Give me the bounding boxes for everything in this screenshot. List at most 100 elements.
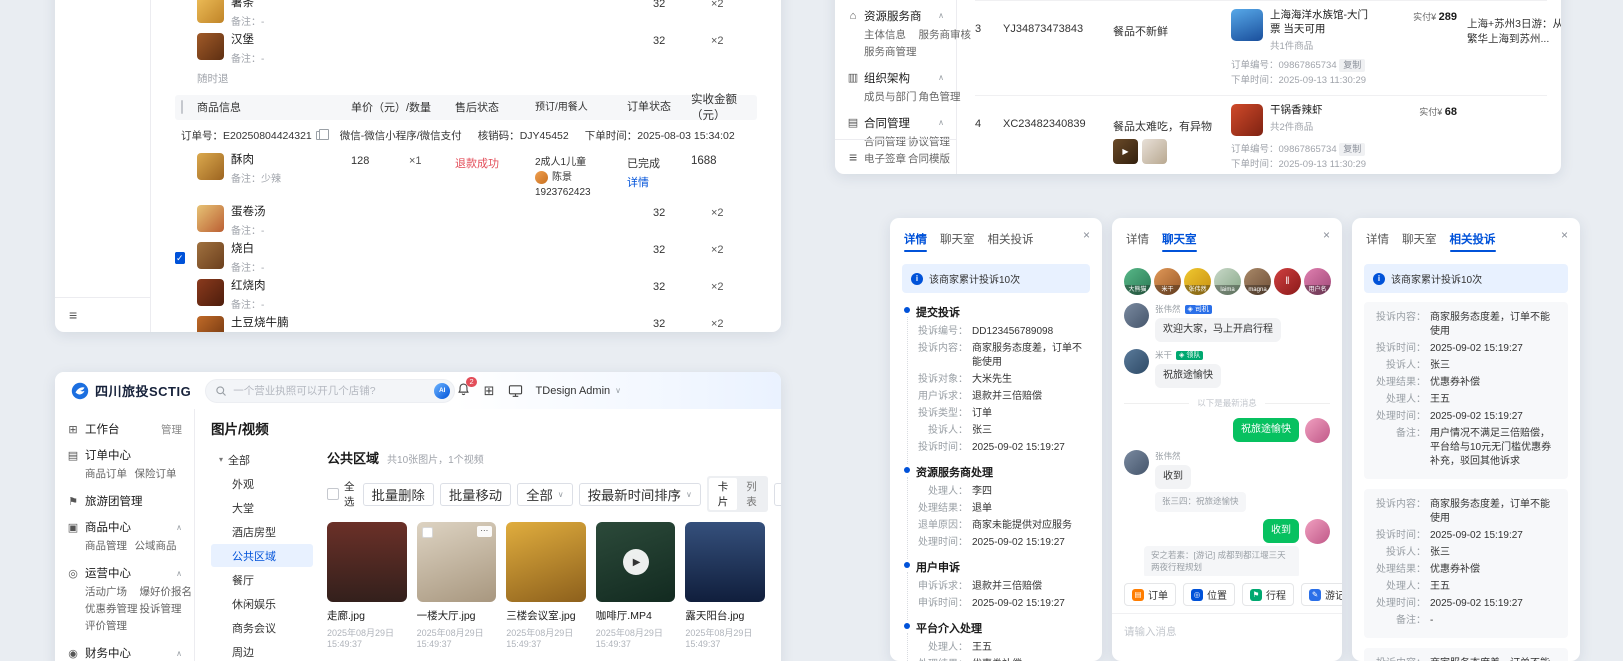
file-thumbnail[interactable] xyxy=(327,522,407,602)
sidebar-group-title[interactable]: ▤合同管理∧ xyxy=(847,113,944,132)
tree-item[interactable]: 公共区域 xyxy=(211,544,313,567)
tree-item[interactable]: 餐厅 xyxy=(211,568,313,591)
file-checkbox[interactable] xyxy=(422,527,433,538)
file-thumbnail[interactable]: ▶ xyxy=(596,522,676,602)
sidebar-item[interactable]: 成员与部门 xyxy=(864,89,917,105)
product-image[interactable] xyxy=(197,0,224,23)
play-icon[interactable]: ▶ xyxy=(623,549,649,575)
sidebar-item[interactable]: 服务商审核 xyxy=(919,27,972,43)
attachment-video-thumb[interactable]: ▶ xyxy=(1113,139,1138,164)
tab-详情[interactable]: 详情 xyxy=(1126,231,1149,251)
product-image[interactable] xyxy=(197,33,224,60)
attachment-image-thumb[interactable] xyxy=(1142,139,1167,164)
batch-move-button[interactable]: 批量移动 xyxy=(440,483,511,506)
close-icon[interactable]: × xyxy=(1323,229,1330,241)
tab-相关投诉[interactable]: 相关投诉 xyxy=(988,231,1034,251)
list-view-tab[interactable]: 列表 xyxy=(737,478,766,510)
add-app-icon[interactable]: ⊞ xyxy=(484,384,495,397)
copy-tag[interactable]: 复制 xyxy=(1339,59,1365,72)
quick-action-位置[interactable]: ◎位置 xyxy=(1183,583,1235,606)
file-thumbnail[interactable] xyxy=(506,522,586,602)
select-all-checkbox[interactable]: 全选 xyxy=(327,479,355,509)
chat-member-avatar[interactable]: 大熊猫 xyxy=(1124,268,1151,295)
chat-member-avatar[interactable]: 米干 xyxy=(1154,268,1181,295)
ai-assistant-icon[interactable]: AI xyxy=(434,383,450,399)
global-search[interactable]: AI xyxy=(205,379,455,403)
chat-member-avatar[interactable]: laima xyxy=(1214,268,1241,295)
sidebar-group-title[interactable]: ▥组织架构∧ xyxy=(847,68,944,87)
keyword-search[interactable] xyxy=(774,483,781,506)
chat-member-avatar[interactable]: magna xyxy=(1244,268,1271,295)
nav-item[interactable]: 优惠券管理 xyxy=(85,601,138,618)
nav-item[interactable]: 公域商品 xyxy=(135,538,183,555)
tab-详情[interactable]: 详情 xyxy=(1366,231,1389,251)
avatar[interactable] xyxy=(1124,450,1149,475)
nav-group-title[interactable]: ⚑旅游团管理 xyxy=(67,491,182,511)
product-image[interactable] xyxy=(1231,9,1263,41)
file-card[interactable]: ⋯一楼大厅.jpg2025年08月29日15:49:37 xyxy=(417,522,497,649)
product-image[interactable] xyxy=(197,279,224,306)
chevron-up-icon[interactable]: ∧ xyxy=(176,649,182,658)
nav-item[interactable]: 爆好价报名 xyxy=(140,584,193,601)
sidebar-group-title[interactable]: ⌂资源服务商∧ xyxy=(847,6,944,25)
file-thumbnail[interactable] xyxy=(685,522,765,602)
type-filter-select[interactable]: 全部∨ xyxy=(517,483,573,506)
tree-item[interactable]: ▾全部 xyxy=(211,448,313,471)
chevron-up-icon[interactable]: ∧ xyxy=(938,118,944,127)
file-card[interactable]: 三楼会议室.jpg2025年08月29日15:49:37 xyxy=(506,522,586,649)
batch-delete-button[interactable]: 批量删除 xyxy=(363,483,434,506)
file-card[interactable]: ▶咖啡厅.MP42025年08月29日15:49:37 xyxy=(596,522,676,649)
more-actions-icon[interactable]: ⋯ xyxy=(477,526,492,537)
product-image[interactable] xyxy=(197,205,224,232)
close-icon[interactable]: × xyxy=(1083,229,1090,241)
chevron-up-icon[interactable]: ∧ xyxy=(938,73,944,82)
chevron-up-icon[interactable]: ∧ xyxy=(176,569,182,578)
nav-item[interactable]: 投诉管理 xyxy=(140,601,193,618)
nav-group-title[interactable]: ◎运营中心∧ xyxy=(67,563,182,583)
tab-聊天室[interactable]: 聊天室 xyxy=(940,231,975,251)
nav-group-title[interactable]: ◉财务中心∧ xyxy=(67,643,182,661)
avatar[interactable] xyxy=(1305,519,1330,544)
tree-item[interactable]: 酒店房型 xyxy=(211,520,313,543)
tree-item[interactable]: 周边 xyxy=(211,640,313,661)
global-search-input[interactable] xyxy=(233,385,428,397)
quick-action-游记[interactable]: ✎游记 xyxy=(1301,583,1342,606)
product-image[interactable] xyxy=(197,153,224,180)
notification-bell[interactable]: 2 xyxy=(456,382,471,400)
chat-member-avatar[interactable]: 张伟然 xyxy=(1184,268,1211,295)
sidebar-item[interactable]: 角色管理 xyxy=(919,89,961,105)
nav-item[interactable]: 商品管理 xyxy=(85,538,133,555)
copy-icon[interactable] xyxy=(316,131,324,140)
nav-item[interactable]: 评价管理 xyxy=(85,618,138,635)
avatar[interactable] xyxy=(1124,303,1149,328)
select-all-checkbox[interactable] xyxy=(181,100,183,114)
chevron-up-icon[interactable]: ∧ xyxy=(176,523,182,532)
nav-group-title[interactable]: ▤订单中心 xyxy=(67,445,182,465)
tree-item[interactable]: 大堂 xyxy=(211,496,313,519)
tab-详情[interactable]: 详情 xyxy=(904,231,927,251)
tree-item[interactable]: 外观 xyxy=(211,472,313,495)
product-image[interactable] xyxy=(197,316,224,332)
collapse-menu-icon[interactable]: ≡ xyxy=(55,297,150,332)
sort-select[interactable]: 按最新时间排序∨ xyxy=(579,483,701,506)
quick-action-行程[interactable]: ⚑行程 xyxy=(1242,583,1294,606)
quick-action-订单[interactable]: ▤订单 xyxy=(1124,583,1176,606)
close-icon[interactable]: × xyxy=(1561,229,1568,241)
sidebar-item[interactable]: 主体信息 xyxy=(864,27,917,43)
chat-member-avatar[interactable]: 用户名 xyxy=(1304,268,1331,295)
sidebar-item[interactable]: 服务商管理 xyxy=(864,44,917,60)
tab-相关投诉[interactable]: 相关投诉 xyxy=(1450,231,1496,251)
tree-item[interactable]: 休闲娱乐 xyxy=(211,592,313,615)
nav-group-title[interactable]: ⊞工作台管理 xyxy=(67,419,182,439)
product-image[interactable] xyxy=(1231,104,1263,136)
nav-item[interactable]: 商品订单 xyxy=(85,466,133,483)
row-checkbox[interactable]: ✓ xyxy=(175,252,185,264)
dashboard-screen-icon[interactable] xyxy=(508,384,523,398)
card-view-tab[interactable]: 卡片 xyxy=(709,478,738,510)
tab-聊天室[interactable]: 聊天室 xyxy=(1402,231,1437,251)
file-thumbnail[interactable]: ⋯ xyxy=(417,522,497,602)
copy-tag[interactable]: 复制 xyxy=(1339,143,1365,156)
nav-item[interactable]: 管理 xyxy=(161,422,182,437)
nav-item[interactable]: 活动广场 xyxy=(85,584,138,601)
account-menu[interactable]: TDesign Admin ∨ xyxy=(536,385,621,397)
